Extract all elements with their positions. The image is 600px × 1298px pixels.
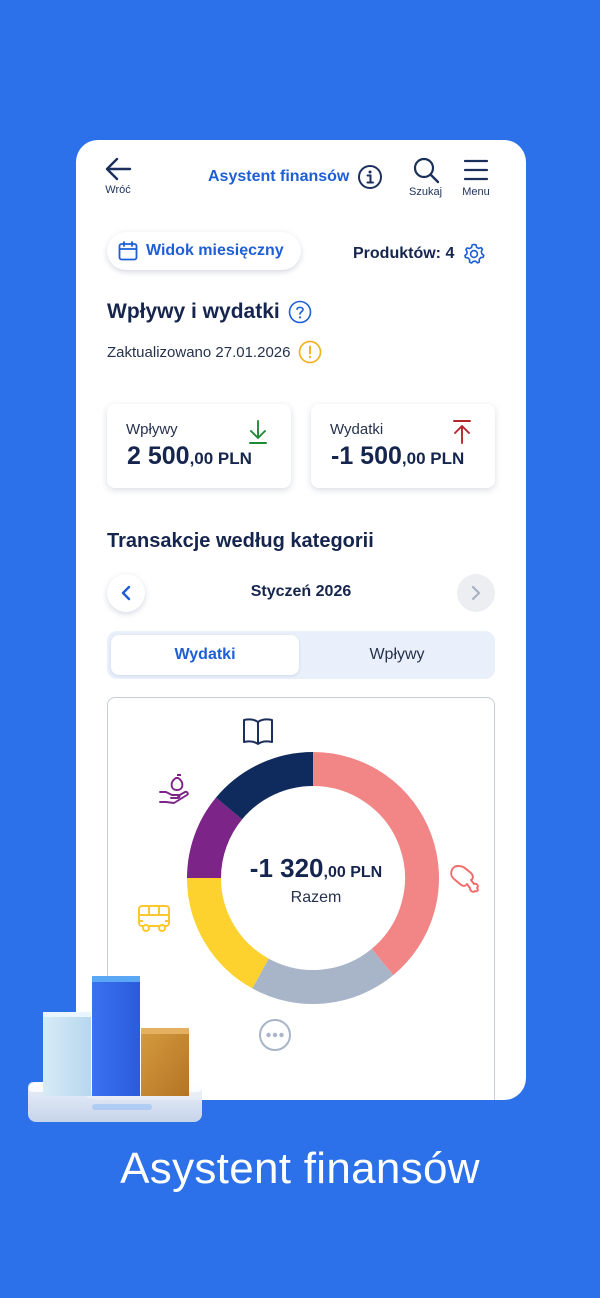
arrow-left-icon — [105, 157, 132, 181]
next-month-button[interactable] — [457, 574, 495, 612]
tab-expenses[interactable]: Wydatki — [111, 635, 299, 675]
products-count-label: Produktów: 4 — [353, 245, 455, 262]
page-title: Asystent finansów — [208, 168, 350, 185]
phone-screen: Wróć Asystent finansów Szukaj Menu Widok… — [76, 140, 526, 1100]
chevron-left-icon — [121, 585, 131, 601]
search-icon — [413, 157, 439, 184]
category-type-toggle: Wydatki Wpływy — [107, 631, 495, 679]
previous-month-button[interactable] — [107, 574, 145, 612]
hamburger-icon — [463, 159, 489, 181]
menu-label: Menu — [462, 186, 490, 198]
donut-total: -1 320,00 PLN — [249, 853, 383, 883]
menu-button[interactable]: Menu — [462, 156, 490, 198]
bus-icon[interactable] — [136, 902, 172, 934]
categories-title: Transakcje według kategorii — [107, 530, 374, 552]
donut-segment-education[interactable] — [215, 752, 314, 820]
chevron-right-icon — [471, 585, 481, 601]
calendar-icon — [118, 241, 138, 261]
updated-row: Zaktualizowano 27.01.2026 — [107, 340, 322, 364]
search-button[interactable]: Szukaj — [409, 156, 442, 198]
chicken-leg-icon[interactable] — [446, 862, 482, 898]
info-icon[interactable] — [357, 164, 383, 190]
search-label: Szukaj — [409, 186, 443, 198]
warning-icon[interactable] — [298, 340, 322, 364]
money-bag-hand-icon[interactable] — [156, 770, 192, 806]
header-title-group: Asystent finansów — [208, 164, 383, 190]
products-settings[interactable]: Produktów: 4 — [353, 242, 486, 266]
back-label: Wróć — [105, 184, 131, 196]
app-store-screenshot: Wróć Asystent finansów Szukaj Menu Widok… — [0, 0, 600, 1298]
income-amount: 2 500,00 PLN — [127, 442, 252, 470]
tab-income[interactable]: Wpływy — [303, 635, 491, 675]
back-button[interactable]: Wróć — [104, 156, 132, 196]
help-icon[interactable] — [288, 300, 312, 324]
donut-total-label: Razem — [290, 889, 342, 906]
gear-icon — [464, 243, 485, 264]
app-header: Wróć Asystent finansów Szukaj Menu — [76, 140, 526, 220]
expenses-amount: -1 500,00 PLN — [331, 442, 465, 470]
income-label: Wpływy — [126, 421, 178, 438]
summary-heading: Wpływy i wydatki — [107, 300, 312, 324]
income-card[interactable]: Wpływy 2 500,00 PLN — [107, 404, 291, 488]
promo-caption: Asystent finansów — [120, 1144, 480, 1193]
monthly-view-label: Widok miesięczny — [146, 242, 284, 259]
monthly-view-button[interactable]: Widok miesięczny — [107, 232, 301, 270]
bar-chart-illustration — [28, 976, 202, 1122]
month-selector: Styczeń 2026 — [107, 574, 495, 612]
book-icon[interactable] — [241, 714, 275, 748]
month-label: Styczeń 2026 — [250, 583, 352, 600]
expenses-card[interactable]: Wydatki -1 500,00 PLN — [311, 404, 495, 488]
donut-segment-other[interactable] — [252, 948, 394, 1004]
updated-text: Zaktualizowano 27.01.2026 — [107, 343, 291, 361]
expenses-label: Wydatki — [330, 421, 384, 438]
more-icon[interactable] — [258, 1018, 292, 1052]
summary-title: Wpływy i wydatki — [107, 300, 280, 323]
